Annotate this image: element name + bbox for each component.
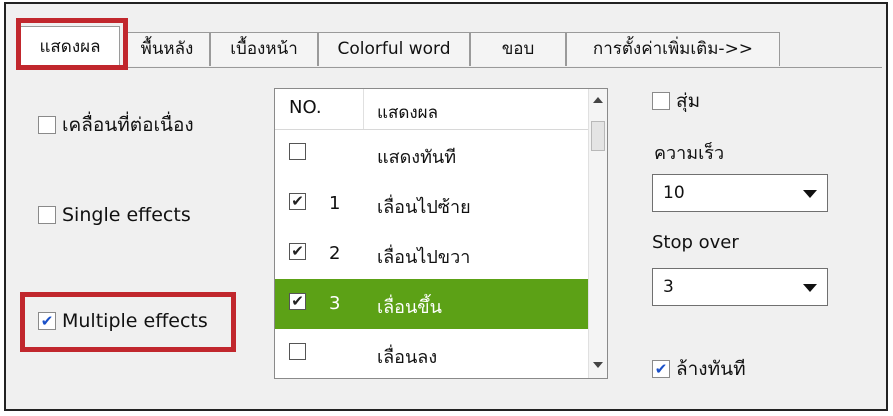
list-scrollbar[interactable] xyxy=(588,89,607,378)
chevron-down-icon[interactable] xyxy=(803,284,817,292)
tab-more-settings[interactable]: การตั้งค่าเพิ่มเติม->> xyxy=(566,32,780,66)
scroll-thumb[interactable] xyxy=(591,121,605,151)
row-checkbox[interactable]: ✔ xyxy=(289,193,306,210)
effects-list[interactable]: NO. แสดงผล แสดงทันที ✔ 1 เลื่อนไปซ้าย ✔ … xyxy=(274,88,608,379)
stop-over-label: Stop over xyxy=(652,232,739,253)
speed-label: ความเร็ว xyxy=(654,143,725,164)
speed-dropdown[interactable]: 10 xyxy=(652,174,828,212)
random-label: สุ่ม xyxy=(676,90,701,112)
tab-foreground[interactable]: เบื้องหน้า xyxy=(210,32,318,66)
list-item[interactable]: ✔ 2 เลื่อนไปขวา xyxy=(275,229,590,279)
scroll-down-icon[interactable] xyxy=(593,362,603,368)
stop-over-value: 3 xyxy=(663,277,674,297)
row-text: แสดงทันที xyxy=(377,147,457,168)
list-item-selected[interactable]: ✔ 3 เลื่อนขึ้น xyxy=(275,279,590,329)
continuous-checkbox[interactable]: เคลื่อนที่ต่อเนื่อง xyxy=(38,110,194,140)
stop-over-dropdown[interactable]: 3 xyxy=(652,268,828,306)
column-display[interactable]: แสดงผล xyxy=(377,99,438,126)
list-item[interactable]: ✔ 1 เลื่อนไปซ้าย xyxy=(275,179,590,229)
checkbox-box[interactable] xyxy=(652,92,670,110)
clear-now-checkbox[interactable]: ✔ ล้างทันที xyxy=(652,354,746,384)
tab-background[interactable]: พื้นหลัง xyxy=(124,32,210,66)
clear-now-label: ล้างทันที xyxy=(676,358,746,380)
row-text: เลื่อนลง xyxy=(377,347,438,368)
row-number: 3 xyxy=(329,293,341,314)
row-text: เลื่อนขึ้น xyxy=(377,297,442,318)
tab-border[interactable]: ขอบ xyxy=(470,32,566,66)
tab-display[interactable]: แสดงผล xyxy=(20,26,120,68)
column-no[interactable]: NO. xyxy=(289,97,322,118)
chevron-down-icon[interactable] xyxy=(803,190,817,198)
row-checkbox[interactable]: ✔ xyxy=(289,243,306,260)
checkbox-box-checked[interactable]: ✔ xyxy=(38,312,56,330)
checkbox-box-checked[interactable]: ✔ xyxy=(652,360,670,378)
random-checkbox[interactable]: สุ่ม xyxy=(652,86,700,116)
list-header: NO. แสดงผล xyxy=(275,89,590,130)
row-checkbox[interactable] xyxy=(289,343,306,360)
list-item[interactable]: เลื่อนลง xyxy=(275,329,590,378)
row-number: 2 xyxy=(329,243,341,264)
row-number: 1 xyxy=(329,193,341,214)
effects-dialog: แสดงผล พื้นหลัง เบื้องหน้า Colorful word… xyxy=(4,2,888,411)
single-effects-label: Single effects xyxy=(62,204,191,226)
row-text: เลื่อนไปซ้าย xyxy=(377,197,471,218)
row-checkbox[interactable]: ✔ xyxy=(289,293,306,310)
row-checkbox[interactable] xyxy=(289,143,306,160)
scroll-up-icon[interactable] xyxy=(593,97,603,103)
multiple-effects-checkbox[interactable]: ✔ Multiple effects xyxy=(38,310,208,332)
tab-colorful-word[interactable]: Colorful word xyxy=(318,32,470,66)
single-effects-checkbox[interactable]: Single effects xyxy=(38,204,191,226)
multiple-effects-label: Multiple effects xyxy=(62,310,208,332)
speed-value: 10 xyxy=(663,183,685,203)
list-item[interactable]: แสดงทันที xyxy=(275,129,590,179)
continuous-label: เคลื่อนที่ต่อเนื่อง xyxy=(62,114,194,136)
checkbox-box[interactable] xyxy=(38,116,56,134)
checkbox-box[interactable] xyxy=(38,206,56,224)
row-text: เลื่อนไปขวา xyxy=(377,247,471,268)
column-divider xyxy=(363,89,364,129)
